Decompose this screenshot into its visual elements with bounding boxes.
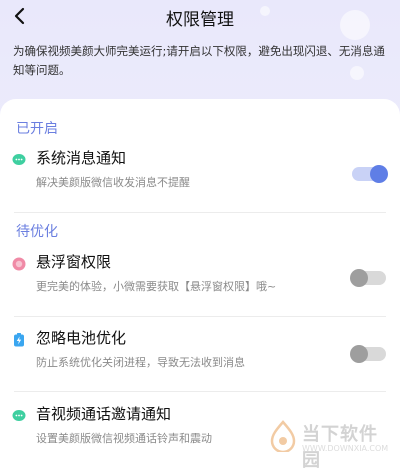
chat-bubble-icon [12,154,26,165]
watermark-url: WWW.DOWNXIA.COM [302,444,389,453]
header: 权限管理 [0,0,400,36]
permission-list-card: 已开启 系统消息通知 解决美颜版微信收发消息不提醒 待优化 悬浮窗权限 更完美的… [0,99,400,468]
battery-optimization-toggle[interactable] [350,345,386,363]
toggle-knob [350,345,368,363]
page-title: 权限管理 [166,10,234,30]
divider [14,391,386,392]
system-notification-toggle[interactable] [352,165,388,183]
battery-icon [14,333,24,347]
floating-window-toggle[interactable] [350,269,386,287]
divider [14,316,386,317]
permission-desc: 解决美颜版微信收发消息不提醒 [36,176,190,189]
permission-desc: 更完美的体验，小微需要获取【悬浮窗权限】哦~ [36,280,277,293]
divider [14,212,386,213]
section-title-pending: 待优化 [16,224,58,240]
permission-notice: 为确保视频美颜大师完美运行;请开启以下权限，避免出现闪退、无消息通知等问题。 [13,44,385,77]
section-title-enabled: 已开启 [16,121,58,137]
permission-item-system-notification[interactable]: 系统消息通知 解决美颜版微信收发消息不提醒 [0,147,400,197]
toggle-knob [350,269,368,287]
watermark: 当下软件园 WWW.DOWNXIA.COM [268,418,389,468]
permission-name: 音视频通话邀请通知 [36,405,172,423]
floating-window-icon [12,257,26,271]
permission-desc: 设置美颜版微信视频通话铃声和震动 [36,432,212,445]
permission-item-battery-optimization[interactable]: 忽略电池优化 防止系统优化关闭进程，导致无法收到消息 [0,327,400,377]
toggle-knob [370,165,388,183]
chat-bubble-icon [12,410,26,421]
permission-desc: 防止系统优化关闭进程，导致无法收到消息 [36,356,245,369]
permission-item-floating-window[interactable]: 悬浮窗权限 更完美的体验，小微需要获取【悬浮窗权限】哦~ [0,251,400,301]
permission-name: 忽略电池优化 [36,329,127,347]
watermark-logo-icon [270,420,296,452]
permission-name: 悬浮窗权限 [36,253,112,271]
permission-name: 系统消息通知 [36,149,127,167]
